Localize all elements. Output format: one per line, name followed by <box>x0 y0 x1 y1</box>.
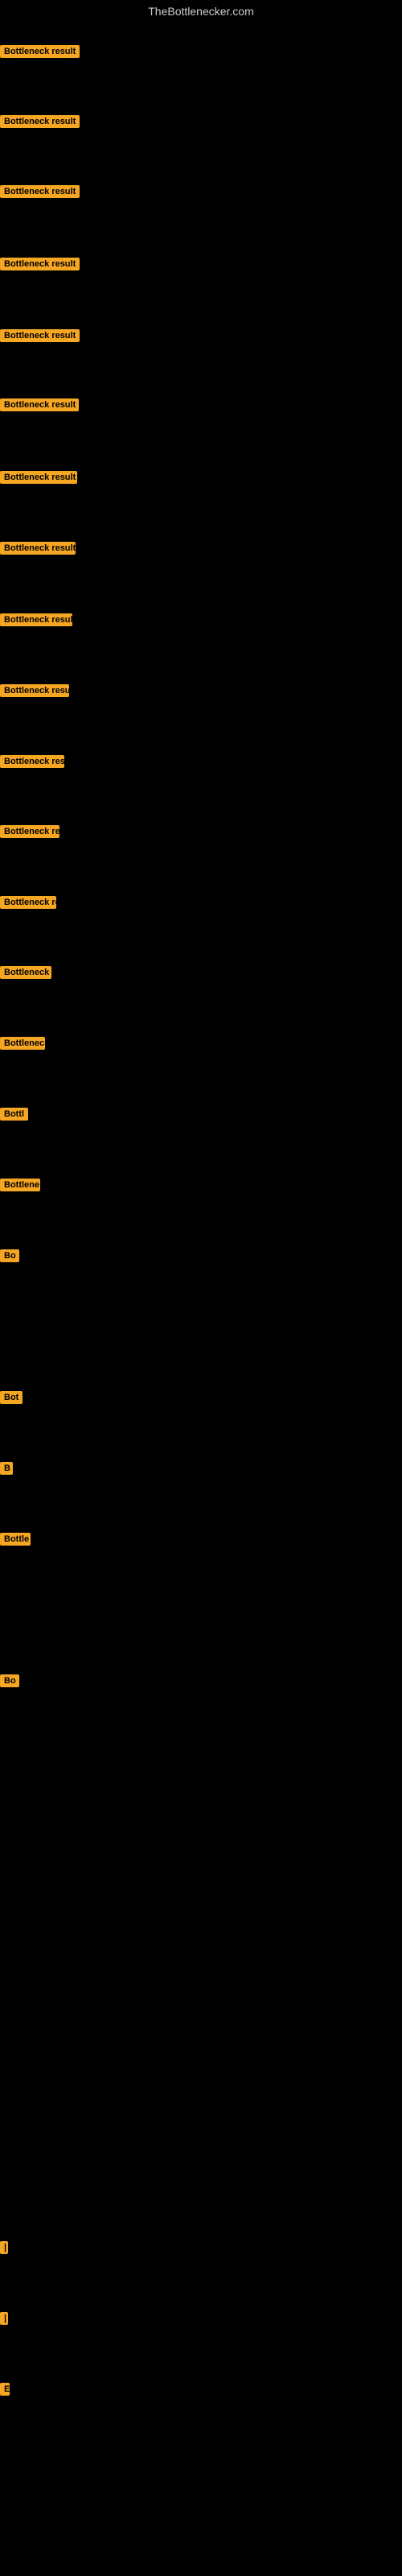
bottleneck-badge-12[interactable]: Bottleneck res <box>0 825 59 838</box>
bottleneck-badge-8[interactable]: Bottleneck result <box>0 542 76 555</box>
bottleneck-badge-6[interactable]: Bottleneck result <box>0 398 79 411</box>
bottleneck-badge-5[interactable]: Bottleneck result <box>0 329 80 342</box>
bottleneck-badge-23[interactable]: | <box>0 2241 8 2254</box>
bottleneck-badge-18[interactable]: Bo <box>0 1249 19 1262</box>
bottleneck-badge-10[interactable]: Bottleneck result <box>0 684 69 697</box>
bottleneck-badge-11[interactable]: Bottleneck resu <box>0 755 64 768</box>
bottleneck-badge-16[interactable]: Bottl <box>0 1108 28 1121</box>
bottleneck-badge-17[interactable]: Bottlene <box>0 1179 40 1191</box>
site-title: TheBottlenecker.com <box>0 0 402 23</box>
bottleneck-badge-24[interactable]: | <box>0 2312 8 2325</box>
bottleneck-badge-9[interactable]: Bottleneck result <box>0 613 72 626</box>
bottleneck-badge-13[interactable]: Bottleneck res <box>0 896 56 909</box>
bottleneck-badge-22[interactable]: Bo <box>0 1674 19 1687</box>
bottleneck-badge-21[interactable]: Bottle <box>0 1533 31 1546</box>
bottleneck-badge-4[interactable]: Bottleneck result <box>0 258 80 270</box>
bottleneck-badge-1[interactable]: Bottleneck result <box>0 45 80 58</box>
bottleneck-badge-7[interactable]: Bottleneck result <box>0 471 77 484</box>
bottleneck-badge-20[interactable]: B <box>0 1462 13 1475</box>
bottleneck-badge-25[interactable]: E <box>0 2383 10 2396</box>
bottleneck-badge-14[interactable]: Bottleneck re <box>0 966 51 979</box>
bottleneck-badge-15[interactable]: Bottlenec <box>0 1037 45 1050</box>
bottleneck-badge-2[interactable]: Bottleneck result <box>0 115 80 128</box>
bottleneck-badge-3[interactable]: Bottleneck result <box>0 185 80 198</box>
bottleneck-badge-19[interactable]: Bot <box>0 1391 23 1404</box>
